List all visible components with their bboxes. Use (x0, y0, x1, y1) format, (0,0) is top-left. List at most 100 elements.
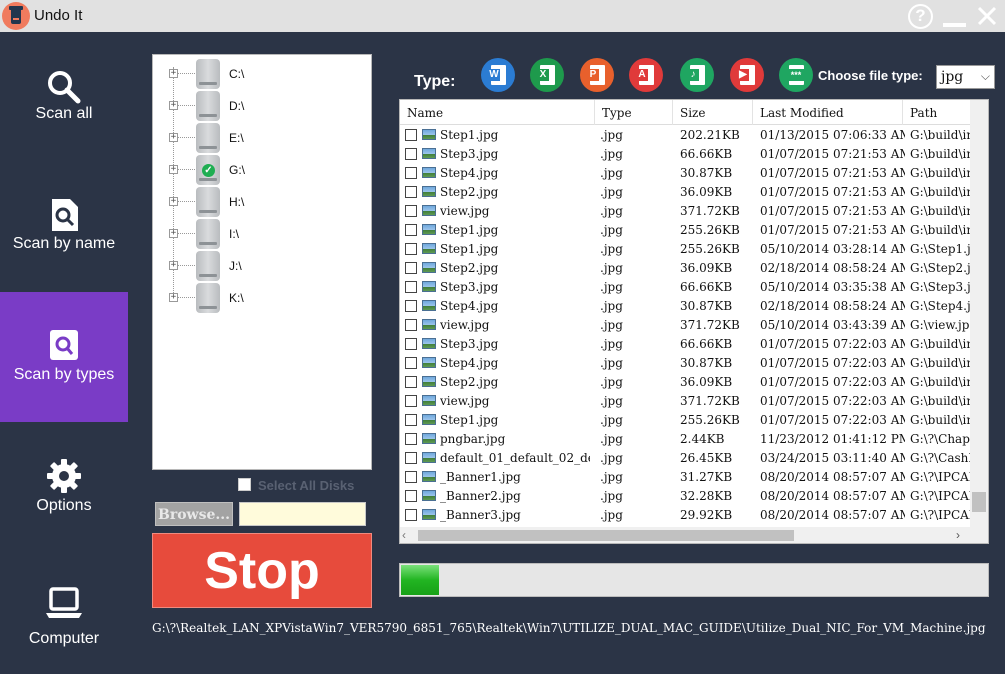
table-row[interactable]: _Banner1.jpg .jpg 31.27KB 08/20/2014 08:57:… (400, 468, 970, 487)
row-checkbox[interactable] (405, 414, 417, 426)
row-checkbox[interactable] (405, 319, 417, 331)
table-row[interactable]: Step2.jpg .jpg 36.09KB 02/18/2014 08:58:24 … (400, 259, 970, 278)
file-type-select[interactable]: jpg ⌵ (936, 65, 995, 89)
row-checkbox[interactable] (405, 338, 417, 350)
table-row[interactable]: default_01_default_02_def... .jpg 26.45KB 0… (400, 449, 970, 468)
row-checkbox[interactable] (405, 376, 417, 388)
disk-label: E:\ (229, 131, 244, 145)
expand-icon[interactable]: + (169, 229, 178, 238)
close-icon[interactable] (974, 3, 1000, 29)
horizontal-scroll-thumb[interactable] (418, 530, 794, 541)
row-checkbox[interactable] (405, 300, 417, 312)
column-header-name[interactable]: Name (400, 100, 595, 125)
cell-path: G:\build\int (910, 375, 970, 389)
table-row[interactable]: Step3.jpg .jpg 66.66KB 05/10/2014 03:35:38 … (400, 278, 970, 297)
scroll-up-icon[interactable] (970, 100, 988, 117)
nav-options-label: Options (36, 497, 92, 514)
row-checkbox[interactable] (405, 186, 417, 198)
row-checkbox[interactable] (405, 490, 417, 502)
scroll-right-icon[interactable]: › (956, 527, 960, 543)
nav-scan-all[interactable]: Scan all (0, 33, 128, 163)
table-row[interactable]: view.jpg .jpg 371.72KB 01/07/2015 07:21:53 … (400, 202, 970, 221)
table-row[interactable]: _Banner3.jpg .jpg 29.92KB 08/20/2014 08:57:… (400, 506, 970, 525)
horizontal-scrollbar[interactable]: ‹ › (400, 527, 988, 543)
nav-scan-by-name[interactable]: Scan by name (0, 163, 128, 293)
row-checkbox[interactable] (405, 509, 417, 521)
select-all-disks-checkbox[interactable] (238, 478, 251, 491)
column-header-last-modified[interactable]: Last Modified (753, 100, 903, 125)
row-checkbox[interactable] (405, 243, 417, 255)
row-checkbox[interactable] (405, 167, 417, 179)
row-checkbox[interactable] (405, 433, 417, 445)
column-header-path[interactable]: Path (903, 100, 970, 125)
mp3-icon[interactable]: ♪ (680, 58, 714, 92)
browse-button[interactable]: Browse... (155, 502, 233, 526)
column-header-type[interactable]: Type (595, 100, 673, 125)
table-row[interactable]: Step2.jpg .jpg 36.09KB 01/07/2015 07:22:03 … (400, 373, 970, 392)
table-row[interactable]: view.jpg .jpg 371.72KB 05/10/2014 03:43:39 … (400, 316, 970, 335)
disk-item-i[interactable]: + I:\ (153, 217, 371, 249)
row-checkbox[interactable] (405, 471, 417, 483)
expand-icon[interactable]: + (169, 69, 178, 78)
row-checkbox[interactable] (405, 148, 417, 160)
row-checkbox[interactable] (405, 205, 417, 217)
row-checkbox[interactable] (405, 357, 417, 369)
disk-item-g[interactable]: + ✓ G:\ (153, 153, 371, 185)
expand-icon[interactable]: + (169, 293, 178, 302)
cell-name: Step3.jpg (440, 280, 499, 294)
expand-icon[interactable]: + (169, 101, 178, 110)
expand-icon[interactable]: + (169, 165, 178, 174)
expand-icon[interactable]: + (169, 133, 178, 142)
row-checkbox[interactable] (405, 224, 417, 236)
table-row[interactable]: Step4.jpg .jpg 30.87KB 02/18/2014 08:58:24 … (400, 297, 970, 316)
help-icon[interactable]: ? (908, 4, 933, 29)
table-row[interactable]: pngbar.jpg .jpg 2.44KB 11/23/2012 01:41:12 … (400, 430, 970, 449)
table-row[interactable]: Step1.jpg .jpg 255.26KB 01/07/2015 07:21:53… (400, 221, 970, 240)
disk-item-e[interactable]: + E:\ (153, 121, 371, 153)
nav-computer[interactable]: Computer (0, 552, 128, 674)
minimize-icon[interactable] (943, 23, 966, 27)
path-input[interactable] (239, 502, 366, 526)
disk-item-c[interactable]: + C:\ (153, 57, 371, 89)
stop-button[interactable]: Stop (152, 533, 372, 608)
cell-type: .jpg (600, 299, 623, 313)
disk-item-h[interactable]: + H:\ (153, 185, 371, 217)
nav-computer-label: Computer (28, 630, 100, 647)
nav-scan-by-types-label: Scan by types (13, 366, 115, 383)
row-checkbox[interactable] (405, 281, 417, 293)
vertical-scrollbar[interactable] (970, 100, 988, 527)
cell-size: 2.44KB (680, 432, 725, 446)
table-row[interactable]: Step1.jpg .jpg 255.26KB 05/10/2014 03:28:14… (400, 240, 970, 259)
powerpoint-icon[interactable]: P (580, 58, 614, 92)
row-checkbox[interactable] (405, 452, 417, 464)
table-row[interactable]: _Banner2.jpg .jpg 32.28KB 08/20/2014 08:57:… (400, 487, 970, 506)
disk-item-k[interactable]: + K:\ (153, 281, 371, 313)
scroll-left-icon[interactable]: ‹ (402, 527, 406, 543)
pdf-icon[interactable]: A (629, 58, 663, 92)
other-types-icon[interactable]: *** (779, 58, 813, 92)
table-row[interactable]: Step4.jpg .jpg 30.87KB 01/07/2015 07:21:53 … (400, 164, 970, 183)
word-icon[interactable]: W (481, 58, 515, 92)
video-icon[interactable]: ▶ (730, 58, 764, 92)
table-row[interactable]: Step1.jpg .jpg 202.21KB 01/13/2015 07:06:33… (400, 126, 970, 145)
row-checkbox[interactable] (405, 395, 417, 407)
excel-icon[interactable]: X (530, 58, 564, 92)
column-header-size[interactable]: Size (673, 100, 753, 125)
row-checkbox[interactable] (405, 262, 417, 274)
disk-item-d[interactable]: + D:\ (153, 89, 371, 121)
nav-options[interactable]: Options (0, 422, 128, 552)
table-row[interactable]: Step1.jpg .jpg 255.26KB 01/07/2015 07:22:03… (400, 411, 970, 430)
row-checkbox[interactable] (405, 129, 417, 141)
expand-icon[interactable]: + (169, 197, 178, 206)
vertical-scroll-thumb[interactable] (972, 492, 986, 512)
cell-type: .jpg (600, 204, 623, 218)
table-row[interactable]: view.jpg .jpg 371.72KB 01/07/2015 07:22:03 … (400, 392, 970, 411)
image-file-icon (422, 471, 436, 482)
table-row[interactable]: Step4.jpg .jpg 30.87KB 01/07/2015 07:22:03 … (400, 354, 970, 373)
nav-scan-by-types[interactable]: Scan by types (0, 292, 128, 422)
table-row[interactable]: Step3.jpg .jpg 66.66KB 01/07/2015 07:21:53 … (400, 145, 970, 164)
table-row[interactable]: Step2.jpg .jpg 36.09KB 01/07/2015 07:21:53 … (400, 183, 970, 202)
table-row[interactable]: Step3.jpg .jpg 66.66KB 01/07/2015 07:22:03 … (400, 335, 970, 354)
disk-item-j[interactable]: + J:\ (153, 249, 371, 281)
expand-icon[interactable]: + (169, 261, 178, 270)
